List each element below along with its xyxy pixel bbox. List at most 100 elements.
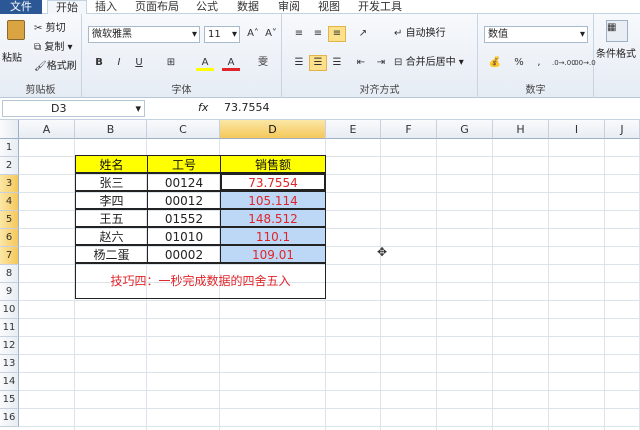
table-cell-name[interactable]: 张三	[75, 173, 148, 191]
comma-button[interactable]: ,	[530, 55, 548, 71]
increase-decimal-button[interactable]: .0→.00	[552, 55, 576, 71]
tab-page-layout[interactable]: 页面布局	[135, 0, 179, 14]
percent-button[interactable]: %	[510, 55, 528, 71]
table-cell-sales[interactable]: 109.01	[220, 245, 326, 263]
table-cell-name[interactable]: 赵六	[75, 227, 148, 245]
orientation-button[interactable]: ↗	[354, 26, 372, 42]
align-bottom-button[interactable]: ≡	[328, 26, 346, 42]
column-header-j[interactable]: J	[605, 120, 640, 139]
align-left-button[interactable]: ☰	[290, 55, 308, 71]
header-name[interactable]: 姓名	[75, 155, 148, 173]
table-cell-id[interactable]: 00002	[147, 245, 221, 263]
row-header-14[interactable]: 14	[0, 373, 19, 391]
table-cell-name[interactable]: 杨二蛋	[75, 245, 148, 263]
table-cell-id[interactable]: 00012	[147, 191, 221, 209]
header-id[interactable]: 工号	[147, 155, 221, 173]
tip-note-merged-cell[interactable]: 技巧四：一秒完成数据的四舍五入	[75, 263, 326, 299]
row-header-16[interactable]: 16	[0, 409, 19, 427]
column-header-a[interactable]: A	[19, 120, 75, 139]
format-painter-button[interactable]: 🖌格式刷	[34, 60, 77, 74]
cut-button[interactable]: ✂ 剪切	[34, 22, 66, 36]
currency-button[interactable]: 💰	[486, 55, 504, 71]
table-cell-sales[interactable]: 148.512	[220, 209, 326, 227]
decrease-decimal-button[interactable]: .00→.0	[572, 55, 596, 71]
worksheet-grid[interactable]: ABCDEFGHIJ 1 2 3 4 5 6 7 8 9 10 11 12 13 14 15 16 姓名 工号…	[0, 120, 640, 430]
phonetic-button[interactable]: 雯	[254, 55, 272, 71]
shrink-font-button[interactable]: A˅	[262, 26, 280, 42]
grid-line-horizontal	[19, 426, 640, 427]
align-right-button[interactable]: ☰	[328, 55, 346, 71]
row-header-12[interactable]: 12	[0, 337, 19, 355]
wrap-text-button[interactable]: ↵ 自动换行	[394, 27, 446, 41]
borders-button[interactable]: ⊞	[162, 55, 180, 71]
align-top-button[interactable]: ≡	[290, 26, 308, 42]
font-name-select[interactable]: 微软雅黑 ▾	[88, 26, 200, 43]
ribbon: 粘贴 ✂ 剪切 ⧉ 复制 ▾ 🖌格式刷 剪贴板 微软雅黑 ▾ 11 ▾ A˄ A˅ …	[0, 14, 640, 98]
column-header-h[interactable]: H	[493, 120, 549, 139]
number-group: 数值 ▾ 💰 % , .0→.00 .00→.0 数字	[478, 14, 596, 98]
increase-indent-button[interactable]: ⇥	[372, 55, 390, 71]
copy-button[interactable]: ⧉ 复制 ▾	[34, 41, 73, 55]
tab-view[interactable]: 视图	[318, 0, 340, 14]
align-middle-button[interactable]: ≡	[309, 26, 327, 42]
merge-center-button[interactable]: ⊟ 合并后居中 ▾	[394, 56, 464, 70]
paste-button[interactable]	[4, 20, 28, 50]
row-header-6[interactable]: 6	[0, 229, 19, 247]
name-box[interactable]: D3 ▾	[2, 100, 145, 117]
tab-developer[interactable]: 开发工具	[358, 0, 402, 14]
align-center-button[interactable]: ☰	[309, 55, 327, 71]
merge-icon: ⊟	[394, 57, 403, 68]
row-header-4[interactable]: 4	[0, 193, 19, 211]
italic-button[interactable]: I	[110, 55, 128, 71]
row-header-11[interactable]: 11	[0, 319, 19, 337]
table-cell-name[interactable]: 王五	[75, 209, 148, 227]
alignment-group-label: 对齐方式	[359, 85, 400, 96]
column-header-d[interactable]: D	[220, 120, 326, 139]
tab-file[interactable]: 文件	[0, 0, 42, 14]
column-header-f[interactable]: F	[381, 120, 437, 139]
bold-button[interactable]: B	[90, 55, 108, 71]
tab-home[interactable]: 开始	[47, 0, 87, 15]
column-header-c[interactable]: C	[147, 120, 220, 139]
insert-function-icon[interactable]: fx	[198, 101, 208, 114]
row-header-1[interactable]: 1	[0, 139, 19, 157]
table-cell-sales-active[interactable]: 73.7554	[220, 173, 326, 191]
table-cell-sales[interactable]: 110.1	[220, 227, 326, 245]
table-cell-id[interactable]: 01552	[147, 209, 221, 227]
row-header-9[interactable]: 9	[0, 283, 19, 301]
tab-formulas[interactable]: 公式	[196, 0, 218, 14]
decrease-indent-icon: ⇤	[356, 57, 366, 68]
table-cell-id[interactable]: 01010	[147, 227, 221, 245]
number-format-select[interactable]: 数值 ▾	[484, 26, 588, 43]
grow-font-button[interactable]: A˄	[244, 26, 262, 42]
column-header-g[interactable]: G	[437, 120, 493, 139]
fill-color-button[interactable]: A	[196, 55, 214, 71]
row-header-8[interactable]: 8	[0, 265, 19, 283]
decrease-indent-button[interactable]: ⇤	[352, 55, 370, 71]
row-header-15[interactable]: 15	[0, 391, 19, 409]
table-cell-name[interactable]: 李四	[75, 191, 148, 209]
font-color-button[interactable]: A	[222, 55, 240, 71]
column-header-b[interactable]: B	[75, 120, 147, 139]
row-header-3[interactable]: 3	[0, 175, 19, 193]
column-header-e[interactable]: E	[326, 120, 381, 139]
underline-button[interactable]: U	[130, 55, 148, 71]
row-header-5[interactable]: 5	[0, 211, 19, 229]
conditional-format-button[interactable]: ▦	[606, 20, 628, 42]
font-group: 微软雅黑 ▾ 11 ▾ A˄ A˅ B I U ⊞ A A 雯 字体	[82, 14, 282, 98]
font-size-select[interactable]: 11 ▾	[204, 26, 240, 43]
row-header-13[interactable]: 13	[0, 355, 19, 373]
row-header-2[interactable]: 2	[0, 157, 19, 175]
tab-review[interactable]: 审阅	[278, 0, 300, 14]
formula-input[interactable]: 73.7554	[224, 100, 270, 117]
row-header-10[interactable]: 10	[0, 301, 19, 319]
row-header-7[interactable]: 7	[0, 247, 19, 265]
table-cell-id[interactable]: 00124	[147, 173, 221, 191]
conditional-format-label: 条件格式	[596, 49, 636, 60]
tab-insert[interactable]: 插入	[95, 0, 117, 14]
tab-data[interactable]: 数据	[237, 0, 259, 14]
column-header-i[interactable]: I	[549, 120, 605, 139]
table-cell-sales[interactable]: 105.114	[220, 191, 326, 209]
header-sales[interactable]: 销售额	[220, 155, 326, 173]
select-all-corner[interactable]	[0, 120, 19, 139]
